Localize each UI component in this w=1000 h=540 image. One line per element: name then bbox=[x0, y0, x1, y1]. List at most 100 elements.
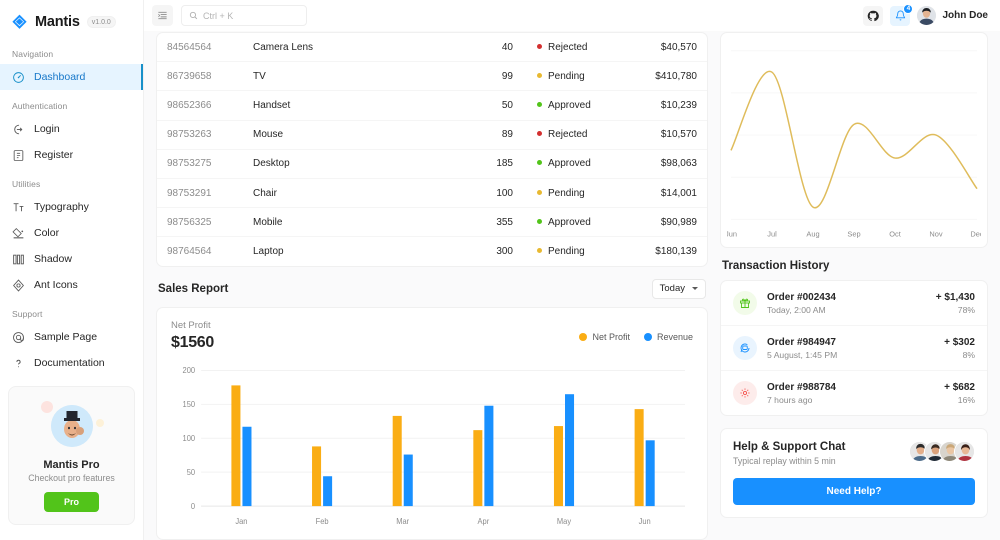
cell-product-name: Handset bbox=[243, 90, 471, 121]
income-line-series bbox=[730, 70, 978, 209]
ant-icons-icon bbox=[12, 278, 25, 292]
search-box[interactable] bbox=[181, 5, 307, 26]
period-select[interactable]: Today bbox=[651, 278, 706, 299]
sidebar-item-typography[interactable]: Typography bbox=[0, 194, 143, 220]
transaction-percent: 16% bbox=[957, 394, 975, 405]
cell-status: Approved bbox=[523, 149, 615, 179]
sidebar-item-dashboard[interactable]: Dashboard bbox=[0, 64, 143, 90]
header-bar: 4 John Doe bbox=[144, 0, 1000, 32]
brand-version: v1.0.0 bbox=[86, 16, 116, 28]
period-select-value: Today bbox=[659, 283, 685, 294]
user-menu[interactable]: John Doe bbox=[917, 6, 988, 25]
header-right-actions: 4 John Doe bbox=[863, 3, 988, 26]
cell-amount: $180,139 bbox=[655, 245, 697, 257]
cell-amount: $14,001 bbox=[615, 178, 707, 209]
cell-tracking-no: 98764564 bbox=[167, 245, 212, 257]
x-axis-tick: Feb bbox=[316, 516, 329, 525]
table-row[interactable]: 98756325 Mobile 355 Approved $90,989 bbox=[157, 207, 707, 238]
status-label: Pending bbox=[548, 245, 585, 257]
status-label: Rejected bbox=[548, 129, 588, 141]
gift-icon bbox=[733, 291, 757, 315]
cell-amount: $10,570 bbox=[615, 120, 707, 150]
sidebar-item-label: Typography bbox=[34, 201, 89, 213]
sales-report-section: Sales Report Today Net Profit $1560 Net … bbox=[156, 278, 708, 540]
sidebar-item-documentation[interactable]: Documentation bbox=[0, 350, 143, 376]
net-profit-block: Net Profit $1560 bbox=[171, 320, 214, 352]
cell-quantity: 355 bbox=[471, 207, 523, 238]
table-row[interactable]: 98753275 Desktop 185 Approved $98,063 bbox=[157, 149, 707, 179]
notifications-button[interactable]: 4 bbox=[890, 3, 914, 26]
promo-decor-dot-a bbox=[41, 401, 53, 413]
legend-item-net-profit[interactable]: Net Profit bbox=[579, 332, 630, 342]
need-help-button[interactable]: Need Help? bbox=[733, 478, 975, 505]
pro-button[interactable]: Pro bbox=[43, 492, 99, 512]
list-item[interactable]: Order #002434 Today, 2:00 AM + $1,430 78… bbox=[721, 281, 987, 326]
table-row[interactable]: 98764564 Laptop 300 Pending $180,139 bbox=[157, 237, 707, 266]
sidebar-item-shadow[interactable]: Shadow bbox=[0, 246, 143, 272]
list-item[interactable]: Order #988784 7 hours ago + $682 16% bbox=[721, 371, 987, 415]
status-dot bbox=[537, 189, 542, 195]
transaction-amount: + $1,430 bbox=[935, 291, 975, 303]
x-axis-tick: Jul bbox=[767, 229, 777, 238]
help-support-header: Help & Support Chat Typical replay withi… bbox=[733, 441, 975, 466]
help-title: Help & Support Chat bbox=[733, 441, 846, 453]
cell-product-name: Chair bbox=[243, 178, 471, 209]
sales-report-header: Sales Report Today bbox=[156, 278, 708, 307]
transaction-time: 7 hours ago bbox=[767, 394, 813, 405]
sidebar-item-label: Documentation bbox=[34, 357, 105, 369]
brand-logo[interactable]: Mantis v1.0.0 bbox=[0, 6, 143, 38]
cell-tracking-no: 86739658 bbox=[157, 61, 243, 92]
sidebar-item-color[interactable]: Color bbox=[0, 220, 143, 246]
transaction-amount: + $682 bbox=[944, 381, 975, 393]
cell-amount: $90,989 bbox=[615, 207, 707, 238]
transaction-values: + $682 16% bbox=[944, 382, 975, 405]
table-row[interactable]: 98652366 Handset 50 Approved $10,239 bbox=[157, 90, 707, 121]
sidebar-item-label: Ant Icons bbox=[34, 279, 78, 291]
x-axis-tick: May bbox=[557, 516, 571, 525]
cell-quantity: 99 bbox=[471, 61, 523, 92]
transaction-history-header: Transaction History bbox=[720, 260, 988, 280]
register-icon bbox=[12, 149, 25, 162]
legend-item-revenue[interactable]: Revenue bbox=[643, 332, 693, 342]
transaction-info: Order #002434 Today, 2:00 AM bbox=[767, 292, 926, 315]
transaction-time: Today, 2:00 AM bbox=[767, 304, 826, 315]
cell-tracking-no: 98753263 bbox=[157, 120, 243, 150]
chevron-down-icon bbox=[692, 287, 698, 290]
x-axis-tick: Oct bbox=[889, 229, 902, 238]
sidebar-item-ant-icons[interactable]: Ant Icons bbox=[0, 272, 143, 298]
net-profit-label: Net Profit bbox=[171, 319, 211, 331]
sidebar-item-register[interactable]: Register bbox=[0, 142, 143, 168]
help-text-block: Help & Support Chat Typical replay withi… bbox=[733, 441, 845, 466]
list-item[interactable]: Order #984947 5 August, 1:45 PM + $302 8… bbox=[721, 326, 987, 371]
status-label: Approved bbox=[548, 158, 591, 170]
cell-tracking-no: 84564564 bbox=[157, 33, 243, 63]
dashboard-page: Mantis v1.0.0 Navigation Dashboard Authe… bbox=[0, 0, 1000, 540]
menu-toggle-icon[interactable] bbox=[152, 5, 173, 26]
cell-amount: $10,239 bbox=[615, 90, 707, 121]
cell-amount: $40,570 bbox=[615, 33, 707, 63]
sidebar-item-label: Sample Page bbox=[34, 331, 98, 343]
cell-status: Pending bbox=[523, 237, 615, 266]
x-axis-tick: Jan bbox=[235, 516, 247, 525]
x-axis-tick: Jun bbox=[639, 516, 651, 525]
table-row[interactable]: 98753291 Chair 100 Pending $14,001 bbox=[157, 178, 707, 209]
cell-quantity: 100 bbox=[471, 178, 523, 209]
status-dot bbox=[537, 131, 542, 137]
sidebar-item-sample-page[interactable]: Sample Page bbox=[0, 324, 143, 350]
cell-product-name: Mouse bbox=[243, 120, 471, 150]
sales-bar-chart: 0 50 100 150 200 Jan Feb Mar Apr May Jun bbox=[171, 362, 693, 532]
sidebar-item-login[interactable]: Login bbox=[0, 116, 143, 142]
table-row[interactable]: 86739658 TV 99 Pending $410,780 bbox=[157, 61, 707, 92]
table-row[interactable]: 84564564 Camera Lens 40 Rejected $40,570 bbox=[157, 33, 707, 63]
cell-product-name: Desktop bbox=[243, 149, 471, 179]
status-label: Pending bbox=[548, 187, 585, 199]
sidebar-caption-support: Support bbox=[12, 309, 43, 319]
search-input[interactable] bbox=[203, 10, 299, 21]
documentation-icon bbox=[12, 357, 25, 370]
pro-promo-card: Mantis Pro Checkout pro features Pro bbox=[8, 386, 135, 525]
settings-icon bbox=[733, 381, 757, 405]
y-axis-tick: 200 bbox=[183, 366, 196, 375]
table-row[interactable]: 98753263 Mouse 89 Rejected $10,570 bbox=[157, 120, 707, 150]
github-icon[interactable] bbox=[863, 5, 884, 26]
transaction-list: Order #002434 Today, 2:00 AM + $1,430 78… bbox=[720, 280, 988, 416]
